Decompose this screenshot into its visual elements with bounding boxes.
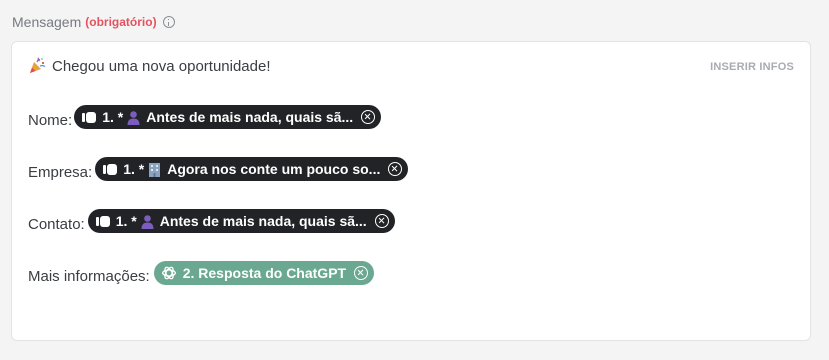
variable-chip-empresa[interactable]: 1. * Agora nos conte um pouco so...: [95, 157, 409, 181]
chip-text: Antes de mais nada, quais sã...: [146, 109, 354, 125]
remove-chip-icon[interactable]: [388, 162, 403, 176]
variable-chip-chatgpt[interactable]: 2. Resposta do ChatGPT: [153, 261, 375, 285]
message-editor[interactable]: INSERIR INFOS Chegou uma nova oportunida…: [11, 41, 811, 341]
variable-chip-contato[interactable]: 1. * Antes de mais nada, quais sã...: [87, 209, 395, 233]
editor-line-contato: Contato: 1. * Antes de mais nada, quais …: [28, 209, 395, 233]
remove-chip-icon[interactable]: [361, 110, 376, 124]
remove-chip-icon[interactable]: [354, 266, 369, 280]
editor-line-nome: Nome: 1. * Antes de mais nada, quais sã.…: [28, 105, 382, 129]
chip-prefix: 1. *: [115, 213, 137, 229]
editor-line-intro: Chegou uma nova oportunidade!: [28, 57, 271, 75]
required-indicator: (obrigatório): [85, 15, 157, 29]
line-label-nome: Nome:: [28, 111, 73, 129]
variable-chip-nome[interactable]: 1. * Antes de mais nada, quais sã...: [74, 105, 382, 129]
intro-text: Chegou uma nova oportunidade!: [52, 57, 271, 75]
chatgpt-icon: [161, 265, 177, 281]
editor-line-mais-informacoes: Mais informações: 2. Resposta do ChatGPT: [28, 261, 375, 285]
line-label-contato: Contato:: [28, 215, 85, 233]
office-building-icon: [147, 162, 162, 177]
chip-text: Antes de mais nada, quais sã...: [159, 213, 367, 229]
form-icon: [95, 215, 110, 227]
form-icon: [103, 163, 118, 175]
chip-text: 2. Resposta do ChatGPT: [182, 265, 347, 281]
field-label: Mensagem: [12, 14, 82, 30]
person-silhouette-icon: [140, 214, 155, 229]
field-label-row: Mensagem (obrigatório): [12, 12, 175, 32]
insert-infos-button[interactable]: INSERIR INFOS: [710, 61, 794, 73]
editor-line-empresa: Empresa: 1. * Agora nos conte um pouco s…: [28, 157, 409, 181]
form-icon: [82, 111, 97, 123]
remove-chip-icon[interactable]: [374, 214, 389, 228]
chip-prefix: 1. *: [102, 109, 124, 125]
line-label-mais-informacoes: Mais informações:: [28, 267, 150, 285]
info-icon[interactable]: [162, 16, 175, 28]
person-silhouette-icon: [126, 110, 141, 125]
party-popper-icon: [28, 57, 46, 75]
chip-prefix: 1. *: [123, 161, 145, 177]
line-label-empresa: Empresa:: [28, 163, 93, 181]
chip-text: Agora nos conte um pouco so...: [167, 161, 381, 177]
message-field: Mensagem (obrigatório) INSERIR INFOS Che…: [0, 0, 829, 360]
